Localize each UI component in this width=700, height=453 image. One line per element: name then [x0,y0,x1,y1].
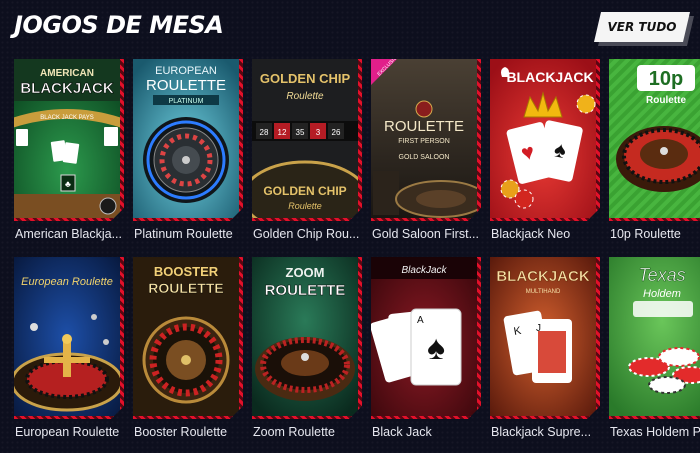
svg-text:3: 3 [316,128,321,137]
game-title[interactable]: Golden Chip Rou... [253,227,365,241]
platinum-roulette-art: EUROPEAN ROULETTE PLATINUM [133,59,239,218]
svg-text:J: J [536,323,541,334]
svg-text:Roulette: Roulette [288,201,322,211]
game-tile-gold-saloon-roulette[interactable]: EXCLUSIVO ROULETTE FIRST PERSON GOLD SAL… [371,59,481,245]
game-thumbnail[interactable]: Texas Holdem [609,257,700,419]
svg-text:ROULETTE: ROULETTE [265,282,346,299]
svg-text:ROULETTE: ROULETTE [146,77,226,94]
european-roulette-art: European Roulette [14,257,120,416]
svg-text:♣: ♣ [65,179,71,189]
svg-text:GOLD SALOON: GOLD SALOON [399,154,450,161]
svg-text:FIRST PERSON: FIRST PERSON [398,138,450,145]
blackjack-neo-art: BLACKJACK ♥ ♠ [490,59,596,218]
american-blackjack-art: AMERICAN BLACKJACK BLACK JACK PAYS ♣ [14,59,120,218]
game-thumbnail[interactable]: AMERICAN BLACKJACK BLACK JACK PAYS ♣ [14,59,124,221]
game-tile-booster-roulette[interactable]: BOOSTER ROULETTE Booster Roulette [133,257,243,443]
game-title[interactable]: Texas Holdem Po... [610,425,700,439]
game-tile-golden-chip-roulette[interactable]: GOLDEN CHIP Roulette 28 12 35 3 26 GOLDE… [252,59,362,245]
game-title[interactable]: Platinum Roulette [134,227,246,241]
svg-text:European Roulette: European Roulette [21,276,113,288]
svg-text:ROULETTE: ROULETTE [148,280,223,296]
game-tile-texas-holdem[interactable]: Texas Holdem Texas Holdem Po... [609,257,700,443]
game-thumbnail[interactable]: BLACKJACK MULTIHAND K J [490,257,600,419]
svg-text:GOLDEN CHIP: GOLDEN CHIP [260,71,351,86]
svg-text:BLACKJACK: BLACKJACK [20,80,114,97]
game-thumbnail[interactable]: ZOOM ROULETTE [252,257,362,419]
game-title[interactable]: Gold Saloon First... [372,227,484,241]
game-thumbnail[interactable]: 10p Roulette [609,59,700,221]
svg-text:BOOSTER: BOOSTER [154,264,219,279]
svg-text:26: 26 [332,128,341,137]
game-tile-10p-roulette[interactable]: 10p Roulette 10p Roulette [609,59,700,245]
svg-text:A: A [417,315,424,326]
view-all-button[interactable]: VER TUDO [594,12,690,42]
game-title[interactable]: European Roulette [15,425,127,439]
svg-text:Roulette: Roulette [286,91,324,102]
svg-text:BLACKJACK: BLACKJACK [496,268,590,285]
gold-saloon-roulette-art: EXCLUSIVO ROULETTE FIRST PERSON GOLD SAL… [371,59,477,218]
game-tile-black-jack[interactable]: BlackJack ♠ A Black Jack [371,257,481,443]
svg-text:Holdem: Holdem [643,288,681,300]
blackjack-supreme-art: BLACKJACK MULTIHAND K J [490,257,596,416]
game-tile-blackjack-neo[interactable]: BLACKJACK ♥ ♠ Blackjack Neo [490,59,600,245]
texas-holdem-art: Texas Holdem [609,257,700,416]
svg-text:BlackJack: BlackJack [401,265,447,276]
svg-text:MULTIHAND: MULTIHAND [526,289,561,295]
game-title[interactable]: 10p Roulette [610,227,700,241]
zoom-roulette-art: ZOOM ROULETTE [252,257,358,416]
game-tile-platinum-roulette[interactable]: EUROPEAN ROULETTE PLATINUM Platinum Roul… [133,59,243,245]
10p-roulette-art: 10p Roulette [609,59,700,218]
booster-roulette-art: BOOSTER ROULETTE [133,257,239,416]
game-title[interactable]: Blackjack Neo [491,227,603,241]
game-tile-european-roulette[interactable]: European Roulette European Roulette [14,257,124,443]
svg-text:12: 12 [278,128,287,137]
svg-text:10p: 10p [649,68,683,90]
svg-text:35: 35 [296,128,305,137]
svg-text:PLATINUM: PLATINUM [169,98,204,105]
game-thumbnail[interactable]: BOOSTER ROULETTE [133,257,243,419]
game-title[interactable]: Black Jack [372,425,484,439]
game-tile-american-blackjack[interactable]: AMERICAN BLACKJACK BLACK JACK PAYS ♣ Ame… [14,59,124,245]
game-thumbnail[interactable]: BLACKJACK ♥ ♠ [490,59,600,221]
svg-text:♠: ♠ [427,329,445,367]
game-thumbnail[interactable]: EXCLUSIVO ROULETTE FIRST PERSON GOLD SAL… [371,59,481,221]
svg-text:Texas: Texas [638,265,685,285]
svg-text:BLACKJACK: BLACKJACK [506,69,593,85]
black-jack-art: BlackJack ♠ A [371,257,477,416]
game-title[interactable]: American Blackja... [15,227,127,241]
game-thumbnail[interactable]: European Roulette [14,257,124,419]
game-tile-zoom-roulette[interactable]: ZOOM ROULETTE Zoom Roulette [252,257,362,443]
svg-text:BLACK JACK PAYS: BLACK JACK PAYS [40,115,93,121]
svg-text:GOLDEN CHIP: GOLDEN CHIP [263,184,346,198]
svg-text:Roulette: Roulette [646,95,686,106]
svg-text:ROULETTE: ROULETTE [384,118,464,135]
game-thumbnail[interactable]: GOLDEN CHIP Roulette 28 12 35 3 26 GOLDE… [252,59,362,221]
game-thumbnail[interactable]: BlackJack ♠ A [371,257,481,419]
game-title[interactable]: Zoom Roulette [253,425,365,439]
svg-text:28: 28 [260,128,269,137]
golden-chip-roulette-art: GOLDEN CHIP Roulette 28 12 35 3 26 GOLDE… [252,59,358,218]
svg-text:ZOOM: ZOOM [286,265,325,280]
svg-text:EUROPEAN: EUROPEAN [155,65,217,77]
game-title[interactable]: Blackjack Supre... [491,425,603,439]
svg-text:AMERICAN: AMERICAN [40,68,94,79]
section-title: JOGOS DE MESA [14,11,224,39]
game-tile-blackjack-supreme[interactable]: BLACKJACK MULTIHAND K J Blackjack Supre.… [490,257,600,443]
game-thumbnail[interactable]: EUROPEAN ROULETTE PLATINUM [133,59,243,221]
game-title[interactable]: Booster Roulette [134,425,246,439]
